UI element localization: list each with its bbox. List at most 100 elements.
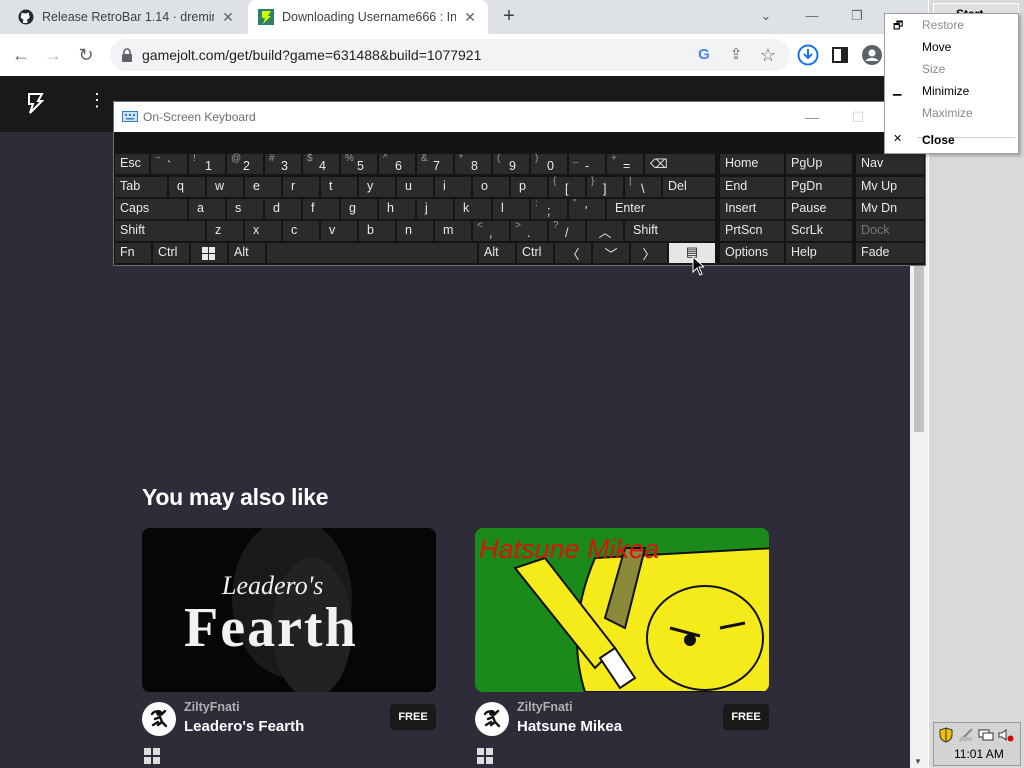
key-j[interactable]: j [417, 199, 453, 219]
key-a[interactable]: a [189, 199, 225, 219]
key-options[interactable]: Options [720, 243, 784, 263]
tab-retrobar[interactable]: Release RetroBar 1.14 · dremin/R ✕ [8, 0, 246, 34]
key-6[interactable]: ^ 6 [379, 153, 415, 174]
key-7[interactable]: & 7 [417, 153, 453, 174]
key-backtick[interactable]: ~ ` [151, 153, 187, 174]
key-pause[interactable]: Pause [786, 199, 852, 219]
key-l[interactable]: l [493, 199, 529, 219]
key-e[interactable]: e [245, 177, 281, 197]
key-f[interactable]: f [303, 199, 339, 219]
key-d[interactable]: d [265, 199, 301, 219]
key-backspace[interactable]: ⌫ [645, 154, 715, 174]
key-prtscn[interactable]: PrtScn [720, 221, 784, 241]
key-0[interactable]: ) 0 [531, 153, 567, 174]
key-caps[interactable]: Caps [115, 199, 187, 219]
key-w[interactable]: w [207, 177, 243, 197]
key-o[interactable]: o [473, 177, 509, 197]
osk-maximize-icon[interactable]: ☐ [846, 106, 870, 128]
key-arrow-up[interactable]: ︿ [587, 221, 623, 241]
key-close-bracket[interactable]: }] [587, 176, 623, 197]
avatar[interactable] [142, 702, 176, 736]
minimize-icon[interactable]: — [800, 5, 824, 27]
key-comma[interactable]: <, [473, 220, 509, 241]
key-tab[interactable]: Tab [115, 177, 167, 197]
key-windows[interactable] [191, 243, 227, 263]
key-m[interactable]: m [435, 221, 471, 241]
key-i[interactable]: i [435, 177, 471, 197]
key-z[interactable]: z [207, 221, 243, 241]
key-nav[interactable]: Nav [856, 154, 924, 174]
forward-icon[interactable]: → [40, 42, 66, 68]
key-t[interactable]: t [321, 177, 357, 197]
key-shift-right[interactable]: Shift [625, 221, 715, 241]
key-end[interactable]: End [720, 177, 784, 197]
key-minus[interactable]: _ - [569, 153, 605, 174]
key-ctrl-left[interactable]: Ctrl [153, 243, 189, 263]
menu-item-restore[interactable]: 🗗 Restore [885, 14, 1018, 36]
key-semicolon[interactable]: :; [531, 198, 567, 219]
game-card[interactable]: Hatsune Mikea ZiltyFnati Hatsune Mikea F… [475, 528, 769, 764]
key-k[interactable]: k [455, 199, 491, 219]
back-icon[interactable]: ← [8, 42, 34, 68]
key-4[interactable]: $4 [303, 153, 339, 174]
new-tab-button[interactable]: + [498, 6, 520, 28]
network-offline-icon[interactable] [958, 727, 974, 743]
key-arrow-right[interactable]: 〉 [631, 243, 667, 263]
key-1[interactable]: ! 1 [189, 153, 225, 174]
share-icon[interactable]: ⇪ [723, 42, 749, 68]
game-title[interactable]: Leadero's Fearth [184, 718, 304, 735]
more-options-icon[interactable]: ⋮ [88, 90, 106, 111]
key-equals[interactable]: + = [607, 153, 643, 174]
key-esc[interactable]: Esc [115, 154, 149, 174]
key-insert[interactable]: Insert [720, 199, 784, 219]
menu-item-move[interactable]: Move [885, 36, 1018, 58]
scroll-down-icon[interactable]: ▼ [914, 757, 922, 766]
key-open-bracket[interactable]: {[ [549, 176, 585, 197]
key-arrow-down[interactable]: ﹀ [593, 243, 629, 263]
key-q[interactable]: q [169, 177, 205, 197]
volume-muted-icon[interactable] [998, 727, 1014, 743]
game-title[interactable]: Hatsune Mikea [517, 718, 622, 735]
security-shield-icon[interactable] [938, 727, 954, 743]
key-enter[interactable]: Enter [607, 199, 715, 219]
key-p[interactable]: p [511, 177, 547, 197]
key-5[interactable]: % 5 [341, 153, 377, 174]
clock[interactable]: 11:01 AM [954, 747, 1004, 761]
menu-item-close[interactable]: ✕ Close [885, 129, 1018, 151]
tab-downloading[interactable]: Downloading Username666 : Inte ✕ [248, 0, 488, 34]
key-help[interactable]: Help [786, 243, 852, 263]
osk-titlebar[interactable]: On-Screen Keyboard — ☐ ✕ [114, 102, 925, 132]
key-x[interactable]: x [245, 221, 281, 241]
key-u[interactable]: u [397, 177, 433, 197]
close-tab-icon[interactable]: ✕ [220, 9, 236, 26]
game-card[interactable]: Leadero's Fearth ZiltyFnati Leadero's Fe… [142, 528, 436, 764]
key-space[interactable] [267, 243, 477, 263]
key-c[interactable]: c [283, 221, 319, 241]
key-2[interactable]: @2 [227, 153, 263, 174]
key-home[interactable]: Home [720, 154, 784, 174]
profile-icon[interactable] [859, 42, 885, 68]
key-9[interactable]: (9 [493, 153, 529, 174]
restore-icon[interactable]: ❐ [845, 5, 869, 27]
key-n[interactable]: n [397, 221, 433, 241]
key-shift-left[interactable]: Shift [115, 221, 205, 241]
key-arrow-left[interactable]: 〈 [555, 243, 591, 263]
menu-item-maximize[interactable]: Maximize [885, 102, 1018, 124]
network-icon[interactable] [978, 727, 994, 743]
key-slash[interactable]: ? / [549, 220, 585, 241]
side-panel-icon[interactable] [827, 42, 853, 68]
key-pgup[interactable]: PgUp [786, 154, 852, 174]
reload-icon[interactable]: ↻ [73, 42, 99, 68]
key-mv-up[interactable]: Mv Up [856, 177, 924, 197]
osk-minimize-icon[interactable]: — [800, 106, 824, 128]
game-author[interactable]: ZiltyFnati [517, 700, 573, 714]
key-dock[interactable]: Dock [856, 221, 924, 241]
key-pgdn[interactable]: PgDn [786, 177, 852, 197]
menu-item-size[interactable]: Size [885, 58, 1018, 80]
game-thumbnail[interactable]: Leadero's Fearth [142, 528, 436, 692]
key-mv-dn[interactable]: Mv Dn [856, 199, 924, 219]
bookmark-star-icon[interactable]: ☆ [755, 42, 781, 68]
close-tab-icon[interactable]: ✕ [462, 9, 478, 26]
key-alt-left[interactable]: Alt [229, 243, 265, 263]
key-alt-right[interactable]: Alt [479, 243, 515, 263]
